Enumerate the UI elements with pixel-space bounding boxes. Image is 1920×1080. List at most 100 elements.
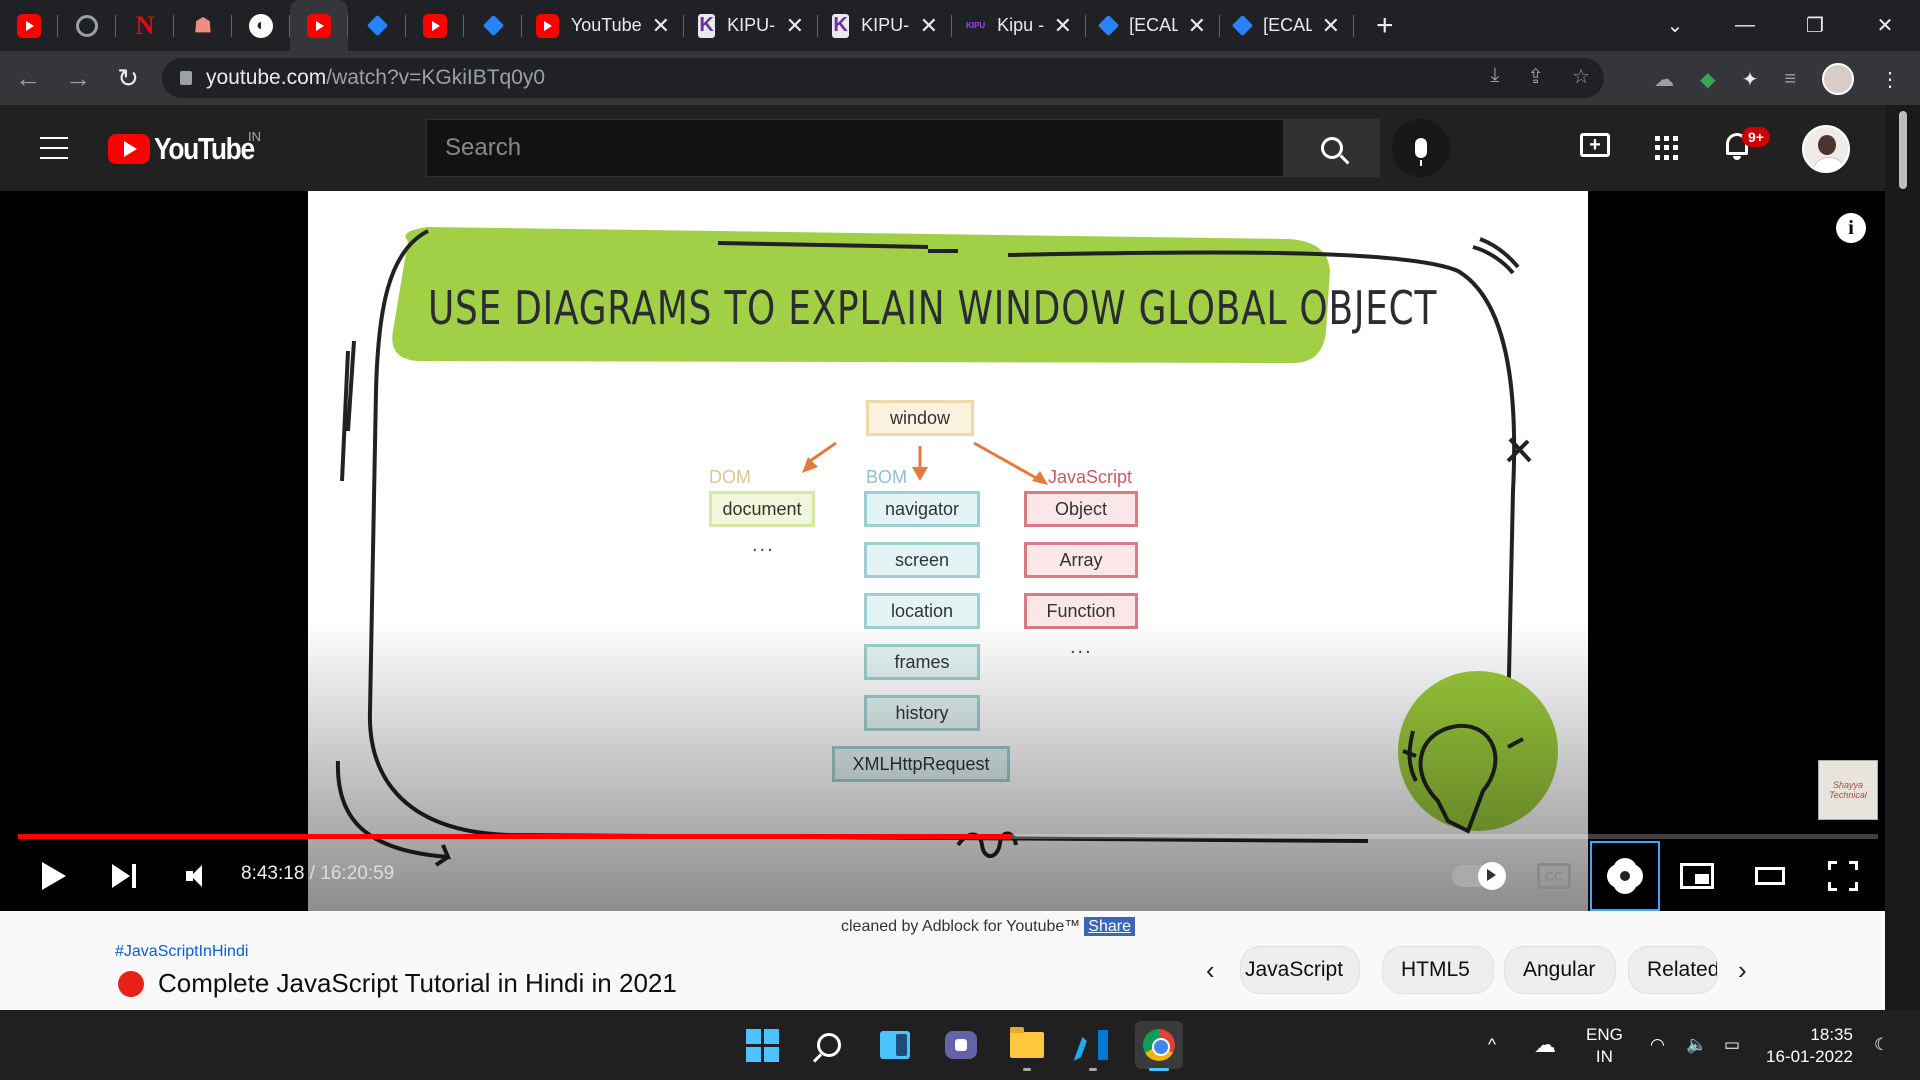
search-button[interactable] xyxy=(1284,119,1380,177)
taskbar-search-button[interactable] xyxy=(805,1021,853,1069)
new-tab-button[interactable]: + xyxy=(1376,9,1394,43)
scrollbar-thumb[interactable] xyxy=(1899,111,1907,189)
tab-title: KIPU-RC xyxy=(861,15,910,35)
tab-close-icon[interactable]: ✕ xyxy=(920,13,938,39)
lock-icon[interactable] xyxy=(180,71,192,85)
focus-assist-moon-icon[interactable]: ☾ xyxy=(1874,1010,1889,1080)
chips-scroll-right-icon[interactable]: › xyxy=(1738,955,1747,986)
play-button[interactable] xyxy=(30,841,78,911)
browser-tab[interactable]: K KIPU-RC ✕ xyxy=(818,0,952,51)
chip-related[interactable]: Related xyxy=(1628,946,1718,994)
pinned-tab[interactable] xyxy=(0,0,58,51)
adblock-share-link[interactable]: Share xyxy=(1084,917,1135,936)
url-host: youtube.com xyxy=(206,66,327,89)
video-player[interactable]: USE DIAGRAMS TO EXPLAIN WINDOW GLOBAL OB… xyxy=(0,191,1885,911)
file-explorer-button[interactable] xyxy=(1003,1021,1051,1071)
info-icon[interactable]: i xyxy=(1836,213,1866,243)
video-hashtag[interactable]: #JavaScriptInHindi xyxy=(115,943,248,961)
diagram-group-label-bom: BOM xyxy=(866,467,908,487)
chip-html5[interactable]: HTML5 xyxy=(1382,946,1494,994)
pinned-tab[interactable] xyxy=(290,0,348,51)
widgets-button[interactable] xyxy=(871,1021,919,1069)
mute-button[interactable] xyxy=(170,841,218,911)
minimize-button[interactable]: — xyxy=(1710,14,1780,37)
voice-search-button[interactable] xyxy=(1392,119,1450,177)
media-control-icon[interactable]: ≡ xyxy=(1784,68,1796,91)
url-text[interactable]: youtube.com/watch?v=KGkiIBTq0y0 xyxy=(206,66,545,90)
arrowhead-js xyxy=(1032,471,1048,485)
address-bar[interactable]: youtube.com/watch?v=KGkiIBTq0y0 ⤓ ⇪ ☆ xyxy=(162,58,1604,98)
close-window-button[interactable]: ✕ xyxy=(1850,13,1920,38)
youtube-icon xyxy=(536,13,559,38)
tab-title: [ECAL-2 xyxy=(1263,15,1312,35)
extension-cloud-icon[interactable]: ☁ xyxy=(1654,67,1674,92)
channel-watermark[interactable]: Shayya Technical xyxy=(1818,760,1878,820)
tab-close-icon[interactable]: ✕ xyxy=(652,13,670,39)
onedrive-cloud-icon[interactable]: ☁ xyxy=(1534,1010,1556,1080)
profile-avatar[interactable] xyxy=(1822,63,1854,95)
subtitles-button[interactable]: CC xyxy=(1530,841,1578,911)
theater-mode-button[interactable] xyxy=(1745,841,1795,911)
share-icon[interactable]: ⇪ xyxy=(1527,64,1544,89)
tab-search-icon[interactable]: ⌄ xyxy=(1640,13,1710,38)
hamburger-menu-icon[interactable] xyxy=(40,137,68,159)
gear-icon xyxy=(1611,862,1639,890)
extensions-puzzle-icon[interactable]: ✦ xyxy=(1742,67,1759,92)
input-language[interactable]: ENG IN xyxy=(1586,1024,1623,1068)
page-scrollbar[interactable] xyxy=(1885,105,1920,1010)
battery-icon[interactable]: ▭ xyxy=(1724,1010,1740,1080)
tab-close-icon[interactable]: ✕ xyxy=(1322,13,1340,39)
browser-tab[interactable]: K KIPU-RC ✕ xyxy=(684,0,818,51)
tab-close-icon[interactable]: ✕ xyxy=(1054,13,1072,39)
youtube-play-logo-icon xyxy=(108,134,150,164)
install-app-icon[interactable]: ⤓ xyxy=(1490,64,1499,89)
vscode-button[interactable] xyxy=(1069,1021,1117,1071)
browser-tab[interactable]: YouTube ✕ xyxy=(522,0,684,51)
pinned-tab[interactable]: ☗ xyxy=(174,0,232,51)
wifi-icon[interactable]: ◠ xyxy=(1650,1010,1665,1080)
youtube-apps-icon[interactable] xyxy=(1655,136,1679,160)
tab-close-icon[interactable]: ✕ xyxy=(786,13,804,39)
chrome-button[interactable] xyxy=(1135,1021,1183,1071)
browser-tab[interactable]: [ECAL-2 ✕ xyxy=(1086,0,1220,51)
player-controls: 8:43:18 / 16:20:59 CC xyxy=(0,841,1885,911)
tray-overflow-icon[interactable]: ^ xyxy=(1488,1010,1496,1080)
pinned-tab[interactable] xyxy=(58,0,116,51)
teams-chat-button[interactable] xyxy=(937,1021,985,1069)
progress-bar[interactable] xyxy=(18,834,1878,839)
youtube-logo[interactable]: YouTube IN xyxy=(108,129,272,167)
time-separator: / xyxy=(304,863,321,884)
autoplay-toggle[interactable] xyxy=(1448,841,1508,911)
settings-button[interactable] xyxy=(1590,841,1660,911)
pinned-tab[interactable] xyxy=(348,0,406,51)
arrow-window-js xyxy=(973,441,1039,481)
pinned-tab[interactable]: ◐ xyxy=(232,0,290,51)
browser-menu-icon[interactable]: ⋮ xyxy=(1880,67,1900,92)
browser-tab[interactable]: [ECAL-2 ✕ xyxy=(1220,0,1354,51)
frame-arc-top-right xyxy=(1472,237,1520,275)
bookmark-star-icon[interactable]: ☆ xyxy=(1572,64,1590,89)
pinned-tab[interactable] xyxy=(406,0,464,51)
browser-tab[interactable]: KIPU Kipu - C ✕ xyxy=(952,0,1086,51)
restore-button[interactable]: ❐ xyxy=(1780,13,1850,38)
browser-tab-strip: N ☗ ◐ YouTube ✕ K KIPU-RC ✕ K KIPU-RC ✕ KIPU Kipu -… xyxy=(0,0,1920,51)
reload-button[interactable]: ↻ xyxy=(106,63,150,94)
pinned-tab[interactable]: N xyxy=(116,0,174,51)
video-info-area: cleaned by Adblock for Youtube™ Share #Ja… xyxy=(0,911,1885,1010)
miniplayer-button[interactable] xyxy=(1672,841,1722,911)
create-video-icon[interactable]: + xyxy=(1580,133,1610,157)
system-clock[interactable]: 18:35 16-01-2022 xyxy=(1766,1024,1853,1068)
tab-close-icon[interactable]: ✕ xyxy=(1188,13,1206,39)
pinned-tab[interactable] xyxy=(464,0,522,51)
back-button[interactable]: ← xyxy=(6,63,50,94)
search-input[interactable] xyxy=(427,134,1283,162)
chip-javascript[interactable]: JavaScript xyxy=(1240,946,1360,994)
account-avatar[interactable] xyxy=(1802,125,1850,173)
next-button[interactable] xyxy=(100,841,148,911)
volume-icon[interactable]: 🔈 xyxy=(1686,1010,1707,1080)
chip-angular[interactable]: Angular xyxy=(1504,946,1616,994)
fullscreen-button[interactable] xyxy=(1818,841,1868,911)
forward-button[interactable]: → xyxy=(56,63,100,94)
start-button[interactable] xyxy=(738,1021,786,1069)
extension-color-icon[interactable]: ◆ xyxy=(1700,67,1715,92)
